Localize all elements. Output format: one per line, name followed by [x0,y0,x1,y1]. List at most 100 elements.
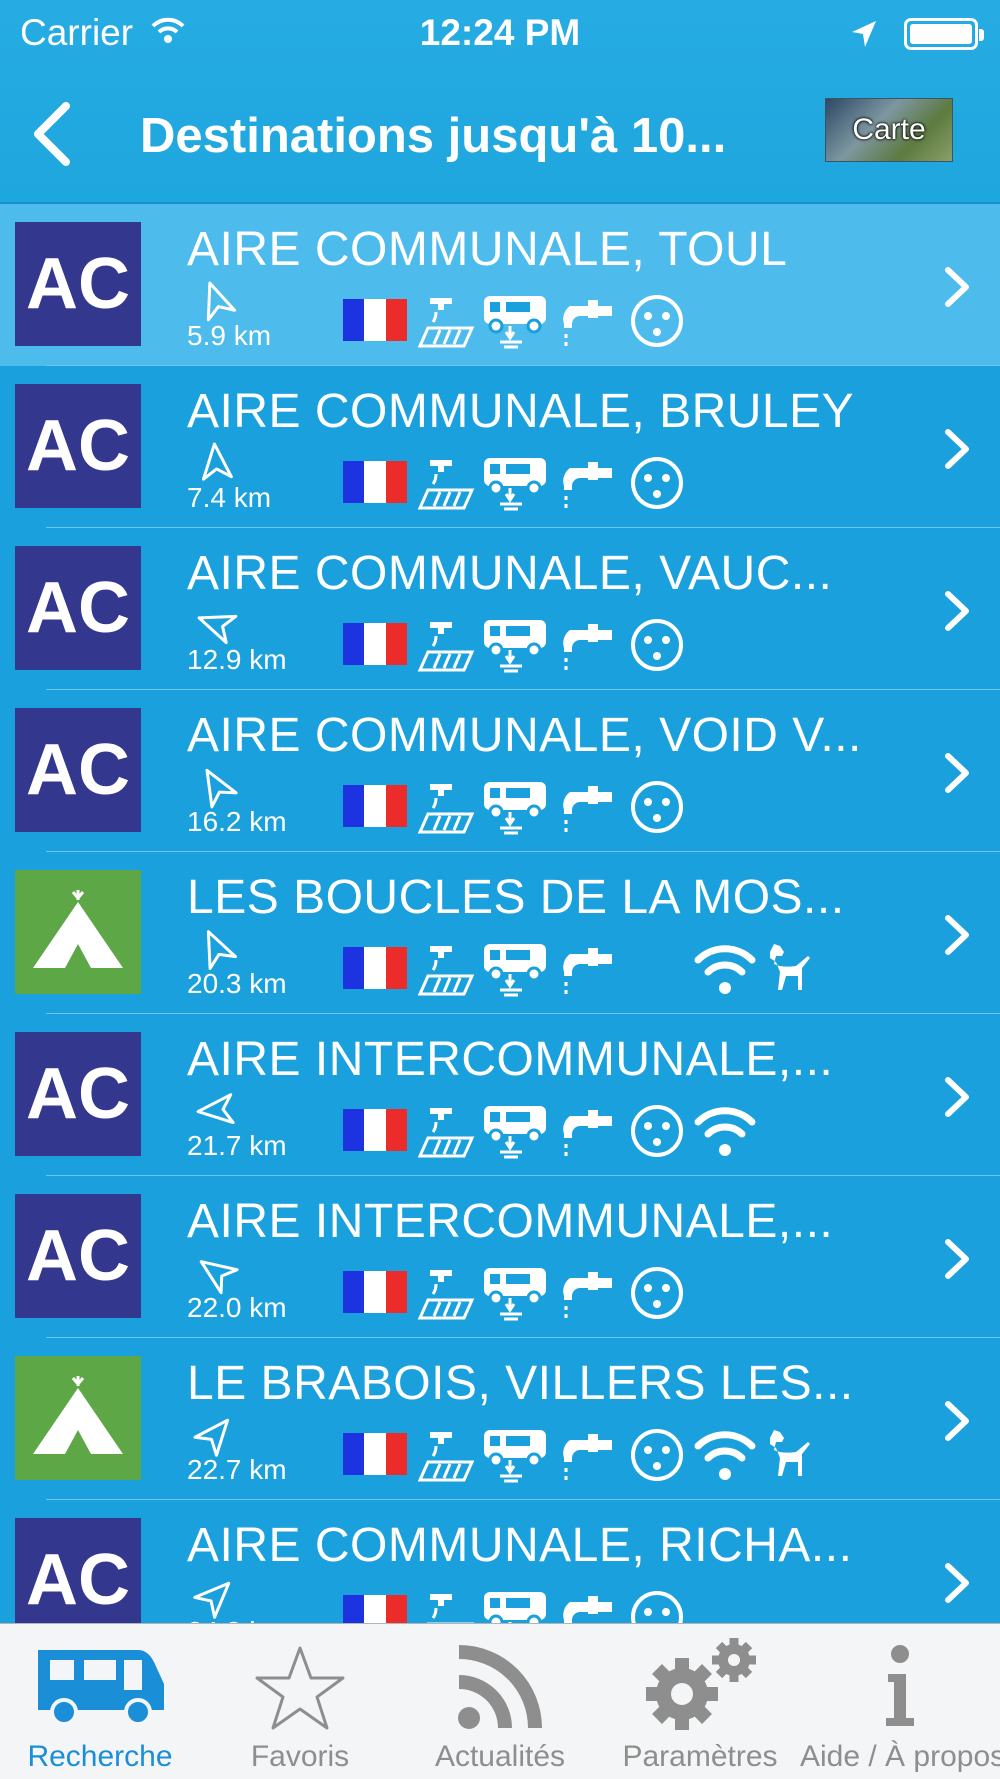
destination-name: AIRE COMMUNALE, RICHA... [187,1519,853,1572]
destination-list[interactable]: AC AIRE COMMUNALE, TOUL 5.9 km AC AIRE COMMU… [0,204,1000,1623]
tap-icon [560,1102,620,1160]
distance-label: 22.7 km [187,1454,287,1485]
water-icon [416,778,476,836]
distance-label: 22.0 km [187,1292,287,1323]
camper-dump-icon [482,1426,546,1484]
tap-icon [560,616,620,674]
status-bar: Carrier 12:24 PM [0,0,1000,66]
electric-icon [628,1264,688,1322]
dog-icon [762,1426,822,1484]
tab-rss[interactable]: Actualités [400,1624,600,1779]
electric-icon [628,454,688,512]
tab-camper-van[interactable]: Recherche [0,1624,200,1779]
wifi-icon [694,1426,756,1484]
list-item[interactable]: AC AIRE INTERCOMMUNALE,... 21.7 km [0,1014,1000,1176]
tab-label: Recherche [27,1740,173,1773]
tab-label: Aide / À propos [800,1740,1000,1773]
aire-logo: AC [15,1194,141,1318]
water-icon [416,1588,476,1623]
camper-dump-icon [482,292,546,350]
list-item[interactable]: LES BOUCLES DE LA MOS... 20.3 km [0,852,1000,1014]
direction-arrow-icon [196,928,237,970]
distance-label: 16.2 km [187,806,287,837]
distance-label: 24.8 km [187,1616,287,1623]
tab-label: Paramètres [622,1740,778,1773]
tab-info[interactable]: Aide / À propos [800,1624,1000,1779]
camping-tent-icon [15,870,141,994]
wifi-icon [694,940,756,998]
aire-logo: AC [15,708,141,832]
list-item[interactable]: AC AIRE COMMUNALE, BRULEY 7.4 km [0,366,1000,528]
water-icon [416,940,476,998]
camper-dump-icon [482,454,546,512]
aire-logo: AC [15,1518,141,1623]
direction-arrow-icon [196,1252,239,1295]
distance-label: 21.7 km [187,1130,287,1161]
electric-icon [628,616,688,674]
wifi-icon [694,1102,756,1160]
chevron-right-icon [942,1074,972,1120]
aire-logo: AC [15,384,141,508]
camper-dump-icon [482,1264,546,1322]
camper-dump-icon [482,940,546,998]
camper-dump-icon [482,778,546,836]
destination-name: LES BOUCLES DE LA MOS... [187,871,845,924]
electric-icon [628,778,688,836]
map-button-label: Carte [852,113,926,146]
direction-arrow-icon [193,1414,236,1457]
list-item[interactable]: AC AIRE COMMUNALE, RICHA... 24.8 km [0,1500,1000,1623]
map-button[interactable]: Carte [825,98,953,162]
france-flag-icon [343,785,407,827]
dog-icon [762,940,822,998]
aire-logo: AC [15,1032,141,1156]
destination-name: AIRE INTERCOMMUNALE,... [187,1195,834,1248]
camper-dump-icon [482,616,546,674]
camper-dump-icon [482,1588,546,1623]
location-services-icon [850,16,878,58]
back-button[interactable] [22,98,92,168]
direction-arrow-icon [196,1090,236,1130]
water-icon [416,292,476,350]
electric-icon [628,1588,688,1623]
distance-label: 12.9 km [187,644,287,675]
destination-name: AIRE COMMUNALE, VOID V... [187,709,862,762]
chevron-right-icon [942,1398,972,1444]
direction-arrow-icon [196,604,238,645]
chevron-right-icon [942,1560,972,1606]
france-flag-icon [343,947,407,989]
destination-name: AIRE COMMUNALE, VAUC... [187,547,833,600]
battery-icon [904,18,984,50]
france-flag-icon [343,1433,407,1475]
france-flag-icon [343,1271,407,1313]
camper-dump-icon [482,1102,546,1160]
tab-label: Actualités [434,1740,566,1773]
direction-arrow-icon [196,766,238,809]
chevron-right-icon [942,426,972,472]
tab-label: Favoris [250,1740,350,1773]
list-item[interactable]: AC AIRE COMMUNALE, VAUC... 12.9 km [0,528,1000,690]
tap-icon [560,778,620,836]
list-item[interactable]: AC AIRE COMMUNALE, TOUL 5.9 km [0,204,1000,366]
tab-star[interactable]: Favoris [200,1624,400,1779]
tab-gears[interactable]: Paramètres [600,1624,800,1779]
electric-icon [628,292,688,350]
direction-arrow-icon [193,1576,236,1619]
list-item[interactable]: AC AIRE INTERCOMMUNALE,... 22.0 km [0,1176,1000,1338]
destination-name: AIRE INTERCOMMUNALE,... [187,1033,834,1086]
chevron-right-icon [942,1236,972,1282]
water-icon [416,616,476,674]
destination-name: LE BRABOIS, VILLERS LES... [187,1357,854,1410]
tab-bar: Recherche Favoris Actualités Paramètres Aide… [0,1623,1000,1779]
tap-icon [560,1588,620,1623]
electric-icon [628,1426,688,1484]
water-icon [416,1426,476,1484]
list-item[interactable]: LE BRABOIS, VILLERS LES... 22.7 km [0,1338,1000,1500]
tap-icon [560,940,620,998]
chevron-right-icon [942,264,972,310]
tap-icon [560,292,620,350]
list-item[interactable]: AC AIRE COMMUNALE, VOID V... 16.2 km [0,690,1000,852]
water-icon [416,454,476,512]
chevron-right-icon [942,588,972,634]
top-bar: Carrier 12:24 PM Destinations jusqu'à 10… [0,0,1000,204]
france-flag-icon [343,1109,407,1151]
